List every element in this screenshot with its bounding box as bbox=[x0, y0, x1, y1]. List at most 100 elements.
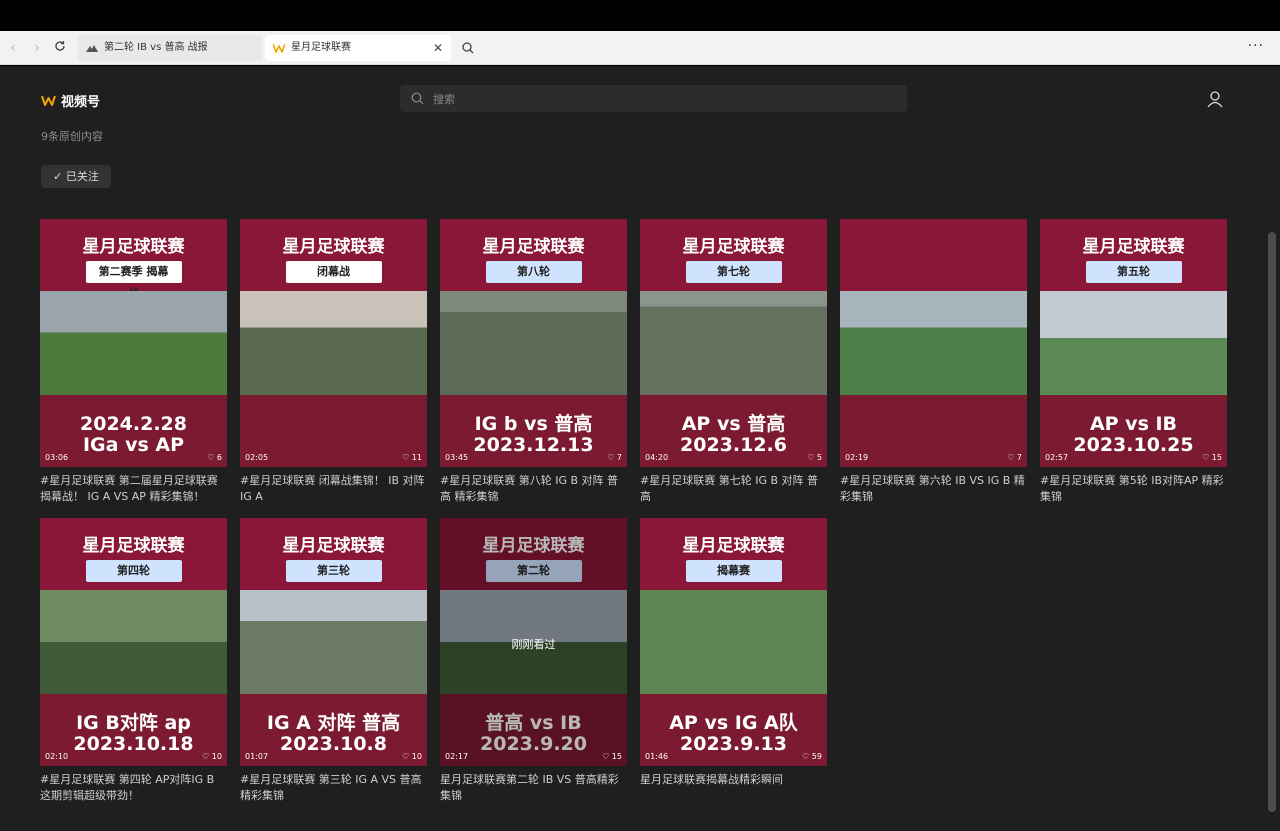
match-caption: AP vs IB 2023.10.25 bbox=[1073, 413, 1194, 456]
video-card[interactable]: 星月足球联赛 第三轮 IG A 对阵 普高 2023.10.8 01:07 ♡ 10 #星月… bbox=[240, 518, 427, 804]
thumbnail-title: 星月足球联赛 bbox=[82, 237, 185, 257]
like-count: ♡ 7 bbox=[607, 453, 622, 462]
browser-tab-report[interactable]: 第二轮 IB vs 普高 战报 bbox=[78, 35, 262, 61]
match-photo bbox=[240, 590, 427, 694]
video-description[interactable]: 星月足球联赛揭幕战精彩瞬间 bbox=[640, 772, 827, 788]
forward-icon[interactable]: › bbox=[28, 39, 46, 57]
video-thumbnail[interactable]: 星月足球联赛 揭幕赛 AP vs IG A队 2023.9.13 01:46 ♡ 59 bbox=[640, 518, 827, 766]
video-card[interactable]: 星月足球联赛 揭幕赛 AP vs IG A队 2023.9.13 01:46 ♡ 59 星月… bbox=[640, 518, 827, 788]
video-duration: 03:06 bbox=[45, 453, 69, 462]
close-icon[interactable]: ✕ bbox=[433, 35, 443, 61]
round-tag: 第四轮 bbox=[85, 560, 182, 582]
video-duration: 02:05 bbox=[245, 453, 269, 462]
channels-page: 视频号 搜索 9条原创内容 ✓ 已关注 星月足球联赛第二赛季 揭幕战2024.2… bbox=[0, 66, 1280, 831]
video-thumbnail[interactable]: 星月足球联赛 闭幕战 02:05 ♡ 11 bbox=[240, 219, 427, 467]
like-count: ♡ 5 bbox=[807, 453, 822, 462]
reload-icon[interactable] bbox=[51, 39, 69, 57]
match-caption: AP vs 普高 2023.12.6 bbox=[680, 413, 787, 456]
thumbnail-title: 星月足球联赛 bbox=[1082, 237, 1185, 257]
video-description[interactable]: #星月足球联赛 第七轮 IG B 对阵 普高 bbox=[640, 473, 827, 505]
thumbnail-banner bbox=[840, 219, 1027, 291]
match-photo bbox=[240, 291, 427, 395]
video-duration: 03:45 bbox=[445, 453, 469, 462]
round-tag: 第三轮 bbox=[285, 560, 382, 582]
scrollbar[interactable] bbox=[1268, 232, 1276, 812]
match-photo bbox=[440, 291, 627, 395]
search-placeholder: 搜索 bbox=[433, 93, 455, 106]
like-count: ♡ 15 bbox=[602, 752, 622, 761]
round-tag: 第二赛季 揭幕战 bbox=[85, 261, 182, 300]
video-duration: 02:57 bbox=[1045, 453, 1069, 462]
channels-logo-icon bbox=[41, 95, 56, 106]
like-count: ♡ 7 bbox=[1007, 453, 1022, 462]
like-count: ♡ 11 bbox=[402, 453, 422, 462]
video-description[interactable]: #星月足球联赛 第四轮 AP对阵IG B 这期剪辑超级带劲！ bbox=[40, 772, 227, 804]
tab-label: 第二轮 IB vs 普高 战报 bbox=[104, 42, 208, 53]
video-duration: 02:17 bbox=[445, 752, 469, 761]
round-tag: 第八轮 bbox=[485, 261, 582, 283]
video-card[interactable]: 星月足球联赛 第五轮 AP vs IB 2023.10.25 02:57 ♡ 15 #星月足… bbox=[1040, 219, 1227, 505]
video-description[interactable]: #星月足球联赛 闭幕战集锦！ IB 对阵 IG A bbox=[240, 473, 427, 505]
app-logo[interactable]: 视频号 bbox=[41, 91, 100, 110]
video-thumbnail[interactable]: 星月足球联赛第二赛季 揭幕战 2024.2.28IGa vs AP 03:06 ♡ 6 bbox=[40, 219, 227, 467]
video-thumbnail[interactable]: 星月足球联赛 第四轮 IG B对阵 ap 2023.10.18 02:10 ♡ 10 bbox=[40, 518, 227, 766]
round-tag: 第七轮 bbox=[685, 261, 782, 283]
round-tag: 揭幕赛 bbox=[685, 560, 782, 582]
follow-label: 已关注 bbox=[65, 170, 99, 183]
video-card[interactable]: 星月足球联赛第二赛季 揭幕战 2024.2.28IGa vs AP 03:06 ♡ 6… bbox=[40, 219, 227, 505]
video-card[interactable]: 星月足球联赛 第四轮 IG B对阵 ap 2023.10.18 02:10 ♡ 10 #星月… bbox=[40, 518, 227, 804]
thumbnail-title: 星月足球联赛 bbox=[482, 237, 585, 257]
video-card[interactable]: 星月足球联赛 第二轮 普高 vs IB 2023.9.20 刚刚看过 02:17 ♡ 15 星… bbox=[440, 518, 627, 804]
follow-button[interactable]: ✓ 已关注 bbox=[41, 165, 111, 188]
video-description[interactable]: #星月足球联赛 第5轮 IB对阵AP 精彩集锦 bbox=[1040, 473, 1227, 505]
more-menu-icon[interactable]: ··· bbox=[1248, 38, 1264, 54]
match-photo bbox=[40, 590, 227, 694]
app-name: 视频号 bbox=[61, 95, 101, 110]
thumbnail-title: 星月足球联赛 bbox=[682, 536, 785, 556]
round-tag: 闭幕战 bbox=[285, 261, 382, 283]
round-tag: 第五轮 bbox=[1085, 261, 1182, 283]
video-card[interactable]: 星月足球联赛 第七轮 AP vs 普高 2023.12.6 04:20 ♡ 5 #星月足球联… bbox=[640, 219, 827, 505]
window-top-bar bbox=[0, 0, 1280, 31]
video-duration: 04:20 bbox=[645, 453, 669, 462]
video-duration: 01:07 bbox=[245, 752, 269, 761]
match-photo bbox=[640, 291, 827, 395]
video-thumbnail[interactable]: 星月足球联赛 第二轮 普高 vs IB 2023.9.20 刚刚看过 02:17 ♡ 15 bbox=[440, 518, 627, 766]
video-thumbnail[interactable]: 星月足球联赛 第七轮 AP vs 普高 2023.12.6 04:20 ♡ 5 bbox=[640, 219, 827, 467]
match-caption: IG b vs 普高 2023.12.13 bbox=[473, 413, 594, 456]
thumbnail-title: 星月足球联赛 bbox=[282, 237, 385, 257]
video-duration: 02:19 bbox=[845, 453, 869, 462]
video-description[interactable]: #星月足球联赛 第六轮 IB VS IG B 精彩集锦 bbox=[840, 473, 1027, 505]
like-count: ♡ 59 bbox=[802, 752, 822, 761]
match-caption: 2024.2.28 IGa vs AP bbox=[80, 413, 187, 456]
match-photo bbox=[840, 291, 1027, 395]
match-caption: IG A 对阵 普高 2023.10.8 bbox=[266, 712, 401, 755]
tab-search-icon[interactable] bbox=[457, 37, 479, 59]
video-description[interactable]: #星月足球联赛 第二届星月足球联赛揭幕战！ IG A VS AP 精彩集锦！ bbox=[40, 473, 227, 505]
like-count: ♡ 10 bbox=[202, 752, 222, 761]
thumbnail-title: 星月足球联赛 bbox=[82, 536, 185, 556]
video-card[interactable]: 星月足球联赛 闭幕战 02:05 ♡ 11 #星月足球联赛 闭幕战集锦！ IB 对阵 I… bbox=[240, 219, 427, 505]
video-duration: 01:46 bbox=[645, 752, 669, 761]
video-thumbnail[interactable]: 02:19 ♡ 7 bbox=[840, 219, 1027, 467]
user-icon[interactable] bbox=[1206, 90, 1224, 108]
video-card[interactable]: 星月足球联赛 第八轮 IG b vs 普高 2023.12.13 03:45 ♡ 7 #星月… bbox=[440, 219, 627, 505]
tab-label: 星月足球联赛 bbox=[291, 42, 351, 53]
video-thumbnail[interactable]: 星月足球联赛 第五轮 AP vs IB 2023.10.25 02:57 ♡ 15 bbox=[1040, 219, 1227, 467]
content-count: 9条原创内容 bbox=[41, 130, 103, 143]
like-count: ♡ 15 bbox=[1202, 453, 1222, 462]
video-thumbnail[interactable]: 星月足球联赛 第三轮 IG A 对阵 普高 2023.10.8 01:07 ♡ 10 bbox=[240, 518, 427, 766]
like-count: ♡ 6 bbox=[207, 453, 222, 462]
video-duration: 02:10 bbox=[45, 752, 69, 761]
video-description[interactable]: #星月足球联赛 第三轮 IG A VS 普高 精彩集锦 bbox=[240, 772, 427, 804]
like-count: ♡ 10 bbox=[402, 752, 422, 761]
search-input[interactable]: 搜索 bbox=[400, 85, 907, 112]
browser-tab-league[interactable]: 星月足球联赛 ✕ bbox=[265, 35, 451, 61]
video-description[interactable]: 星月足球联赛第二轮 IB VS 普高精彩集锦 bbox=[440, 772, 627, 804]
video-description[interactable]: #星月足球联赛 第八轮 IG B 对阵 普高 精彩集锦 bbox=[440, 473, 627, 505]
video-thumbnail[interactable]: 星月足球联赛 第八轮 IG b vs 普高 2023.12.13 03:45 ♡ 7 bbox=[440, 219, 627, 467]
back-icon[interactable]: ‹ bbox=[4, 39, 22, 57]
match-photo bbox=[640, 590, 827, 694]
video-card[interactable]: 02:19 ♡ 7 #星月足球联赛 第六轮 IB VS IG B 精彩集锦 bbox=[840, 219, 1027, 505]
match-photo bbox=[1040, 291, 1227, 395]
